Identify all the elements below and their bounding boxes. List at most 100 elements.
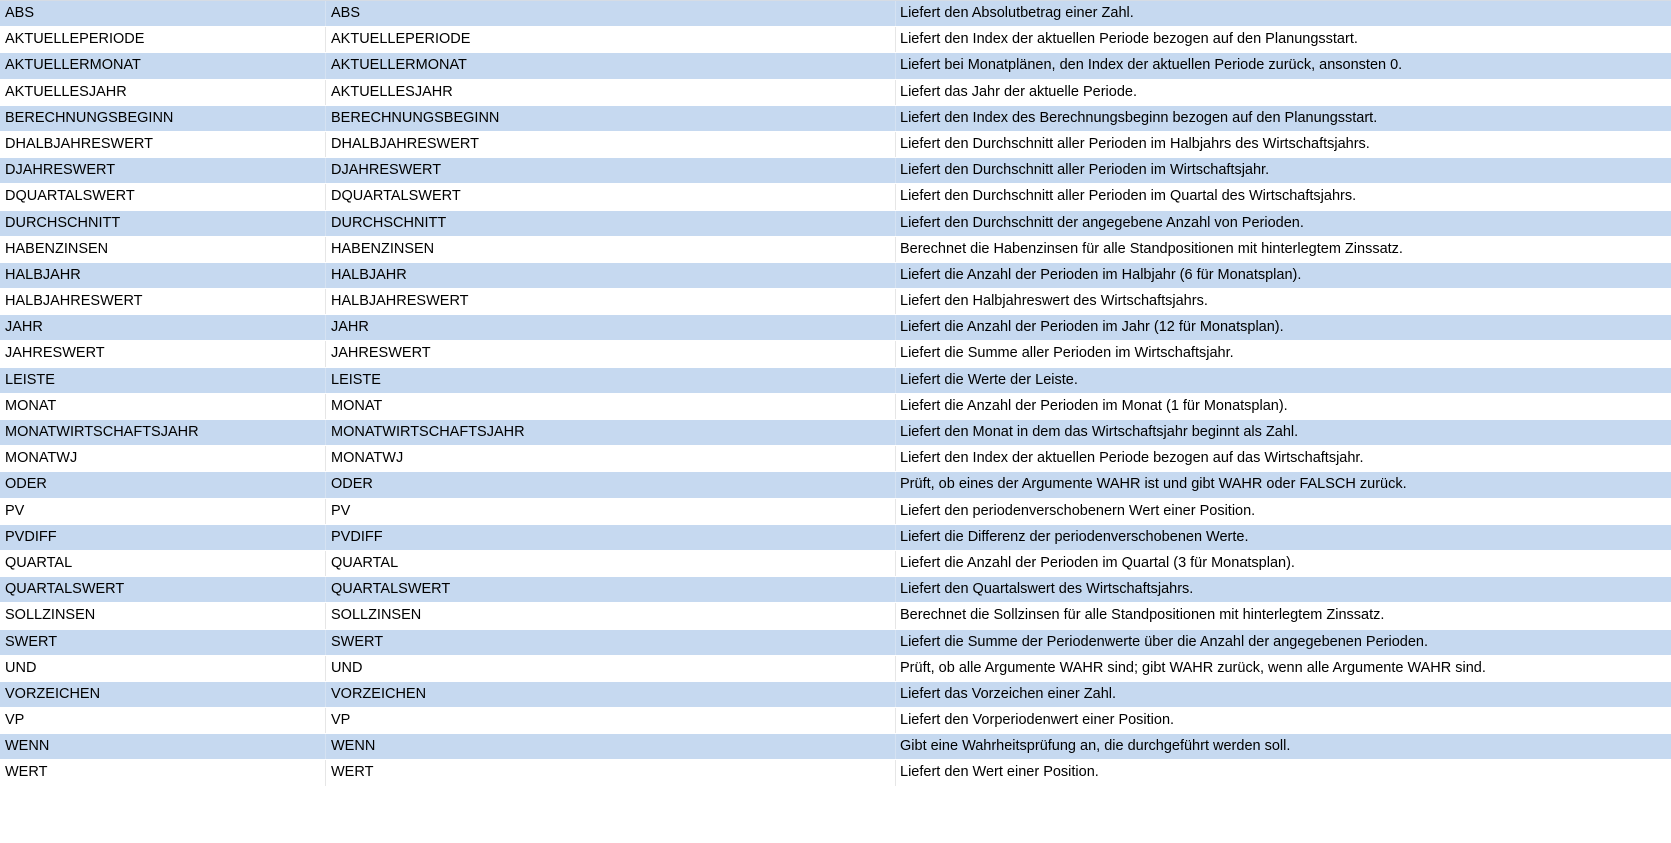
cell-function-name[interactable]: AKTUELLESJAHR bbox=[0, 79, 326, 105]
cell-function-code[interactable]: WENN bbox=[326, 734, 896, 760]
cell-description[interactable]: Liefert die Summe der Periodenwerte über… bbox=[896, 630, 1671, 655]
cell-function-code[interactable]: PVDIFF bbox=[326, 524, 896, 550]
cell-description[interactable]: Berechnet die Habenzinsen für alle Stand… bbox=[896, 237, 1671, 262]
cell-function-name[interactable]: MONATWJ bbox=[0, 446, 326, 472]
cell-function-code[interactable]: VORZEICHEN bbox=[326, 681, 896, 708]
cell-function-name[interactable]: ABS bbox=[0, 1, 326, 27]
cell-function-name[interactable]: MONAT bbox=[0, 393, 326, 419]
cell-function-name[interactable]: LEISTE bbox=[0, 367, 326, 393]
cell-description[interactable]: Prüft, ob eines der Argumente WAHR ist u… bbox=[896, 472, 1671, 497]
cell-function-code[interactable]: HABENZINSEN bbox=[326, 236, 896, 262]
cell-function-name[interactable]: AKTUELLERMONAT bbox=[0, 53, 326, 79]
cell-function-name[interactable]: WENN bbox=[0, 734, 326, 760]
cell-function-code[interactable]: SOLLZINSEN bbox=[326, 603, 896, 629]
cell-description[interactable]: Liefert den Halbjahreswert des Wirtschaf… bbox=[896, 289, 1671, 314]
cell-description[interactable]: Liefert die Anzahl der Perioden im Jahr … bbox=[896, 315, 1671, 340]
cell-description[interactable]: Liefert den Index der aktuellen Periode … bbox=[896, 27, 1671, 52]
table-row: JAHR JAHR Liefert die Anzahl der Perioden … bbox=[0, 315, 1671, 342]
cell-function-name[interactable]: SWERT bbox=[0, 629, 326, 655]
cell-function-name[interactable]: MONATWIRTSCHAFTSJAHR bbox=[0, 420, 326, 446]
cell-description[interactable]: Liefert den Index des Berechnungsbeginn … bbox=[896, 106, 1671, 131]
cell-description[interactable]: Liefert den Durchschnitt aller Perioden … bbox=[896, 184, 1671, 209]
table-row: SWERT SWERT Liefert die Summe der Perioden… bbox=[0, 629, 1671, 656]
cell-function-name[interactable]: DURCHSCHNITT bbox=[0, 210, 326, 236]
table-row: DURCHSCHNITT DURCHSCHNITT Liefert den Durc… bbox=[0, 210, 1671, 237]
cell-description[interactable]: Liefert die Differenz der periodenversch… bbox=[896, 525, 1671, 550]
cell-description[interactable]: Liefert die Werte der Leiste. bbox=[896, 368, 1671, 393]
cell-function-code[interactable]: ABS bbox=[326, 1, 896, 27]
cell-function-name[interactable]: HALBJAHR bbox=[0, 262, 326, 289]
table-row: AKTUELLEPERIODE AKTUELLEPERIODE Liefert de… bbox=[0, 27, 1671, 54]
cell-function-code[interactable]: SWERT bbox=[326, 629, 896, 655]
cell-description[interactable]: Liefert den Wert einer Position. bbox=[896, 760, 1671, 785]
cell-function-code[interactable]: MONAT bbox=[326, 393, 896, 419]
cell-description[interactable]: Liefert den Monat in dem das Wirtschafts… bbox=[896, 420, 1671, 445]
cell-description[interactable]: Prüft, ob alle Argumente WAHR sind; gibt… bbox=[896, 656, 1671, 681]
cell-function-code[interactable]: QUARTAL bbox=[326, 550, 896, 577]
cell-description[interactable]: Liefert die Summe aller Perioden im Wirt… bbox=[896, 341, 1671, 366]
cell-function-code[interactable]: AKTUELLEPERIODE bbox=[326, 27, 896, 53]
cell-function-code[interactable]: PV bbox=[326, 498, 896, 524]
cell-function-code[interactable]: JAHR bbox=[326, 315, 896, 341]
cell-description[interactable]: Gibt eine Wahrheitsprüfung an, die durch… bbox=[896, 734, 1671, 759]
cell-function-code[interactable]: ODER bbox=[326, 472, 896, 498]
cell-function-code[interactable]: DQUARTALSWERT bbox=[326, 184, 896, 210]
cell-function-name[interactable]: QUARTAL bbox=[0, 550, 326, 577]
cell-function-name[interactable]: QUARTALSWERT bbox=[0, 577, 326, 603]
cell-description[interactable]: Berechnet die Sollzinsen für alle Standp… bbox=[896, 603, 1671, 628]
cell-description[interactable]: Liefert das Vorzeichen einer Zahl. bbox=[896, 682, 1671, 707]
cell-description[interactable]: Liefert den Vorperiodenwert einer Positi… bbox=[896, 708, 1671, 733]
cell-description[interactable]: Liefert bei Monatplänen, den Index der a… bbox=[896, 53, 1671, 78]
table-row: AKTUELLERMONAT AKTUELLERMONAT Liefert bei … bbox=[0, 53, 1671, 80]
cell-function-code[interactable]: LEISTE bbox=[326, 367, 896, 393]
cell-function-code[interactable]: DJAHRESWERT bbox=[326, 158, 896, 184]
cell-function-code[interactable]: BERECHNUNGSBEGINN bbox=[326, 105, 896, 131]
table-row: MONATWJ MONATWJ Liefert den Index der aktu… bbox=[0, 446, 1671, 473]
cell-function-code[interactable]: AKTUELLERMONAT bbox=[326, 53, 896, 79]
cell-description[interactable]: Liefert das Jahr der aktuelle Periode. bbox=[896, 80, 1671, 105]
cell-function-name[interactable]: DHALBJAHRESWERT bbox=[0, 131, 326, 158]
cell-function-name[interactable]: WERT bbox=[0, 760, 326, 786]
cell-function-code[interactable]: VP bbox=[326, 708, 896, 734]
table-row: MONATWIRTSCHAFTSJAHR MONATWIRTSCHAFTSJAHR… bbox=[0, 420, 1671, 447]
cell-description[interactable]: Liefert die Anzahl der Perioden im Quart… bbox=[896, 551, 1671, 576]
cell-function-code[interactable]: HALBJAHRESWERT bbox=[326, 289, 896, 315]
cell-function-name[interactable]: ODER bbox=[0, 472, 326, 498]
cell-function-name[interactable]: AKTUELLEPERIODE bbox=[0, 27, 326, 53]
cell-function-name[interactable]: VORZEICHEN bbox=[0, 681, 326, 708]
cell-function-code[interactable]: HALBJAHR bbox=[326, 262, 896, 289]
cell-function-name[interactable]: BERECHNUNGSBEGINN bbox=[0, 105, 326, 131]
cell-description[interactable]: Liefert die Anzahl der Perioden im Halbj… bbox=[896, 263, 1671, 288]
cell-description[interactable]: Liefert den Durchschnitt der angegebene … bbox=[896, 211, 1671, 236]
cell-description[interactable]: Liefert den Absolutbetrag einer Zahl. bbox=[896, 1, 1671, 26]
cell-function-code[interactable]: JAHRESWERT bbox=[326, 341, 896, 367]
cell-description[interactable]: Liefert den Quartalswert des Wirtschafts… bbox=[896, 577, 1671, 602]
cell-function-name[interactable]: DQUARTALSWERT bbox=[0, 184, 326, 210]
cell-function-name[interactable]: HALBJAHRESWERT bbox=[0, 289, 326, 315]
cell-function-name[interactable]: SOLLZINSEN bbox=[0, 603, 326, 629]
cell-function-name[interactable]: PVDIFF bbox=[0, 524, 326, 550]
cell-function-code[interactable]: WERT bbox=[326, 760, 896, 786]
cell-function-code[interactable]: MONATWIRTSCHAFTSJAHR bbox=[326, 420, 896, 446]
table-row: VORZEICHEN VORZEICHEN Liefert das Vorzeich… bbox=[0, 681, 1671, 709]
cell-function-name[interactable]: PV bbox=[0, 498, 326, 524]
cell-description[interactable]: Liefert den Durchschnitt aller Perioden … bbox=[896, 132, 1671, 157]
cell-description[interactable]: Liefert den Durchschnitt aller Perioden … bbox=[896, 158, 1671, 183]
cell-function-code[interactable]: AKTUELLESJAHR bbox=[326, 79, 896, 105]
cell-function-name[interactable]: VP bbox=[0, 708, 326, 734]
table-row: MONAT MONAT Liefert die Anzahl der Periode… bbox=[0, 393, 1671, 420]
cell-function-name[interactable]: DJAHRESWERT bbox=[0, 158, 326, 184]
table-row: QUARTAL QUARTAL Liefert die Anzahl der Per… bbox=[0, 550, 1671, 578]
cell-function-code[interactable]: DHALBJAHRESWERT bbox=[326, 131, 896, 158]
cell-function-name[interactable]: JAHRESWERT bbox=[0, 341, 326, 367]
cell-function-code[interactable]: QUARTALSWERT bbox=[326, 577, 896, 603]
cell-function-code[interactable]: UND bbox=[326, 655, 896, 681]
cell-function-name[interactable]: UND bbox=[0, 655, 326, 681]
cell-description[interactable]: Liefert die Anzahl der Perioden im Monat… bbox=[896, 394, 1671, 419]
cell-description[interactable]: Liefert den Index der aktuellen Periode … bbox=[896, 446, 1671, 471]
cell-function-code[interactable]: MONATWJ bbox=[326, 446, 896, 472]
cell-function-code[interactable]: DURCHSCHNITT bbox=[326, 210, 896, 236]
cell-function-name[interactable]: HABENZINSEN bbox=[0, 236, 326, 262]
cell-function-name[interactable]: JAHR bbox=[0, 315, 326, 341]
cell-description[interactable]: Liefert den periodenverschobenern Wert e… bbox=[896, 499, 1671, 524]
